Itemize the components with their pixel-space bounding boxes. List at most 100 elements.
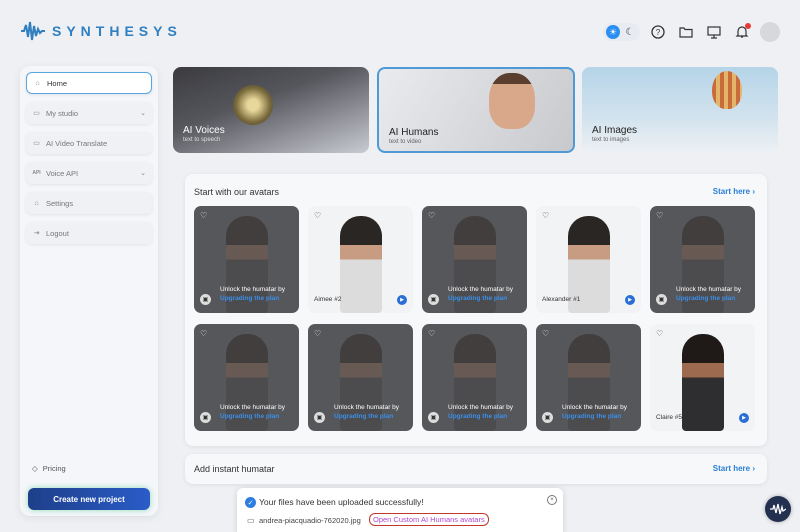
upgrade-link[interactable]: Upgrading the plan [676,295,735,302]
upgrade-link[interactable]: Upgrading the plan [562,413,621,420]
avatar-name: Alexander #1 [542,296,581,303]
help-icon[interactable]: ? [648,22,668,42]
avatar-card-locked[interactable]: ♡ ▣ Unlock the humatar by Upgrading the … [422,206,527,313]
heart-icon[interactable]: ♡ [428,211,435,220]
sidebar-item-label: Home [47,78,68,88]
close-icon[interactable]: × [547,495,557,505]
theme-toggle[interactable]: ☀ ☾ [603,23,640,41]
bell-icon[interactable] [732,22,752,42]
avatar-card-locked[interactable]: ♡ ▣ Unlock the humatar by Upgrading the … [194,206,299,313]
unlock-text: Unlock the humatar by [220,286,286,293]
sidebar-item-label: Settings [46,198,74,208]
user-avatar[interactable] [760,22,780,42]
upgrade-link[interactable]: Upgrading the plan [448,413,507,420]
home-icon: ⌂ [35,79,40,87]
card-subtitle: text to video [389,139,422,145]
microphone-image [233,85,273,125]
heart-icon[interactable]: ♡ [656,211,663,220]
play-icon[interactable]: ▶ [397,295,407,305]
folder-icon[interactable] [676,22,696,42]
translate-icon: ▭ [33,140,40,147]
brand-logo[interactable]: SYNTHESYS [20,20,182,42]
sidebar: ⌂ Home ▭ My studio ⌄ ▭ AI Video Translat… [20,66,158,516]
avatar-name: Aimee #2 [314,296,342,303]
settings-icon: ⌂ [34,199,39,207]
card-ai-voices[interactable]: AI Voices text to speech [173,67,369,153]
toast-message: Your files have been uploaded successful… [259,497,424,507]
upgrade-link[interactable]: Upgrading the plan [220,413,279,420]
heart-icon[interactable]: ♡ [428,329,435,338]
sidebar-item-ai-video-translate[interactable]: ▭ AI Video Translate [26,132,152,154]
pricing-label: Pricing [42,464,66,473]
sidebar-item-settings[interactable]: ⌂ Settings [26,192,152,214]
avatar-card-locked[interactable]: ♡ ▣ Unlock the humatar by Upgrading the … [308,324,413,431]
avatar-card-locked[interactable]: ♡ ▣ Unlock the humatar by Upgrading the … [194,324,299,431]
avatar-card-aimee[interactable]: ♡ Aimee #2 ▶ [308,206,413,313]
create-new-project-button[interactable]: Create new project [28,488,150,510]
avatar-card-locked[interactable]: ♡ ▣ Unlock the humatar by Upgrading the … [536,324,641,431]
header-tools: ☀ ☾ ? [603,22,780,42]
card-title: AI Images [592,125,638,136]
card-subtitle: text to images [592,137,630,143]
play-icon[interactable]: ▶ [625,295,635,305]
lock-icon: ▣ [200,294,211,305]
unlock-text: Unlock the humatar by [448,404,514,411]
heart-icon[interactable]: ♡ [314,329,321,338]
avatar-card-locked[interactable]: ♡ ▣ Unlock the humatar by Upgrading the … [650,206,755,313]
upgrade-link[interactable]: Upgrading the plan [220,295,279,302]
hot-air-balloon-image [712,71,742,109]
start-here-link[interactable]: Start here › [713,187,755,196]
card-ai-images[interactable]: AI Images text to images [582,67,778,153]
sidebar-item-label: Logout [46,228,69,238]
moon-icon[interactable]: ☾ [623,27,637,38]
sidebar-item-logout[interactable]: ⇥ Logout [26,222,152,244]
heart-icon[interactable]: ♡ [542,329,549,338]
avatar-card-claire[interactable]: ♡ Claire #5 ▶ [650,324,755,431]
lock-icon: ▣ [428,294,439,305]
chat-widget-button[interactable] [765,496,791,522]
card-title: AI Voices [183,125,225,136]
avatar-name: Claire #5 [656,414,683,421]
lock-icon: ▣ [542,412,553,423]
notification-dot [745,23,751,29]
avatar-card-locked[interactable]: ♡ ▣ Unlock the humatar by Upgrading the … [422,324,527,431]
panel-title: Start with our avatars [194,187,280,197]
start-here-link[interactable]: Start here › [713,464,755,473]
unlock-text: Unlock the humatar by [334,404,400,411]
chevron-down-icon: ⌄ [140,170,146,177]
avatar-card-alexander[interactable]: ♡ Alexander #1 ▶ [536,206,641,313]
avatars-panel: Start with our avatars Start here › ♡ ▣ … [185,174,767,446]
sidebar-item-voice-api[interactable]: API Voice API ⌄ [26,162,152,184]
wave-icon [770,503,786,515]
upload-toast: ✓ Your files have been uploaded successf… [237,488,563,532]
presentation-icon[interactable] [704,22,724,42]
upgrade-link[interactable]: Upgrading the plan [334,413,393,420]
card-title: AI Humans [389,127,439,138]
upgrade-link[interactable]: Upgrading the plan [448,295,507,302]
folder-icon: ▭ [247,516,255,525]
sidebar-item-label: My studio [46,108,79,118]
heart-icon[interactable]: ♡ [200,329,207,338]
api-icon: API [32,170,41,176]
logout-icon: ⇥ [33,230,40,237]
sidebar-item-my-studio[interactable]: ▭ My studio ⌄ [26,102,152,124]
heart-icon[interactable]: ♡ [542,211,549,220]
brand-name: SYNTHESYS [52,23,182,39]
card-ai-humans[interactable]: AI Humans text to video [377,67,575,153]
unlock-text: Unlock the humatar by [562,404,628,411]
sidebar-item-home[interactable]: ⌂ Home [26,72,152,94]
avatar-image [682,334,724,431]
play-icon[interactable]: ▶ [739,413,749,423]
sun-icon[interactable]: ☀ [606,25,620,39]
open-custom-avatars-link[interactable]: Open Custom AI Humans avatars [369,513,489,526]
heart-icon[interactable]: ♡ [656,329,663,338]
man-portrait-image [489,73,535,129]
tag-icon: ◇ [32,464,38,473]
sidebar-item-pricing[interactable]: ◇ Pricing [32,464,66,473]
avatar-image [340,216,382,313]
svg-text:?: ? [656,28,661,37]
sidebar-item-label: Voice API [46,168,79,178]
heart-icon[interactable]: ♡ [200,211,207,220]
heart-icon[interactable]: ♡ [314,211,321,220]
card-subtitle: text to speech [183,137,221,143]
